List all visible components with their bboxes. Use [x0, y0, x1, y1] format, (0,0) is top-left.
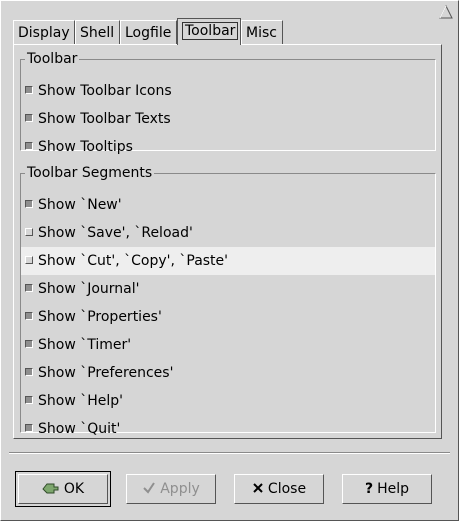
checkbox-label: Show Toolbar Texts: [38, 111, 171, 127]
checkbox-indicator[interactable]: [25, 396, 33, 404]
apply-button-label: Apply: [160, 481, 200, 497]
toolbar-segments-group-title: Toolbar Segments: [27, 165, 153, 181]
triangle-up-icon: [439, 4, 453, 19]
checkbox-show-tooltips[interactable]: Show Tooltips: [21, 133, 435, 161]
apply-button[interactable]: Apply: [126, 474, 216, 504]
checkbox-show-quit[interactable]: Show `Quit': [21, 415, 435, 443]
checkbox-label: Show `Save', `Reload': [38, 225, 193, 241]
checkbox-label: Show `Quit': [38, 421, 121, 437]
checkbox-indicator[interactable]: [25, 228, 33, 236]
checkbox-label: Show `Preferences': [38, 365, 174, 381]
toolbar-segments-group: Toolbar Segments Show `New' Show `Save',…: [20, 165, 436, 437]
ok-hand-icon: [42, 475, 60, 503]
checkmark-icon: [142, 475, 156, 503]
checkbox-indicator[interactable]: [25, 200, 33, 208]
separator: [9, 452, 450, 454]
question-mark-icon: ?: [364, 481, 374, 497]
checkbox-indicator[interactable]: [25, 340, 33, 348]
checkbox-label: Show `New': [38, 197, 122, 213]
checkbox-label: Show `Help': [38, 393, 123, 409]
preferences-dialog: Display Shell Logfile Toolbar Misc Toolb…: [0, 0, 459, 521]
checkbox-show-journal[interactable]: Show `Journal': [21, 275, 435, 303]
checkbox-label: Show `Timer': [38, 337, 132, 353]
checkbox-indicator[interactable]: [25, 312, 33, 320]
close-button-label: Close: [267, 481, 307, 497]
window-scroll-arrow[interactable]: [438, 4, 454, 20]
checkbox-indicator[interactable]: [25, 368, 33, 376]
tab-misc-label: Misc: [246, 25, 277, 41]
checkbox-show-cut-copy-paste[interactable]: Show `Cut', `Copy', `Paste': [21, 247, 435, 275]
checkbox-label: Show `Cut', `Copy', `Paste': [38, 253, 229, 269]
checkbox-show-preferences[interactable]: Show `Preferences': [21, 359, 435, 387]
checkbox-indicator[interactable]: [25, 284, 33, 292]
tab-logfile[interactable]: Logfile: [120, 20, 177, 44]
tab-misc[interactable]: Misc: [241, 20, 283, 44]
toolbar-group-title: Toolbar: [27, 51, 78, 67]
tab-shell-label: Shell: [80, 25, 115, 41]
help-button-label: Help: [377, 481, 410, 497]
checkbox-label: Show Toolbar Icons: [38, 83, 172, 99]
checkbox-show-save-reload[interactable]: Show `Save', `Reload': [21, 219, 435, 247]
checkbox-indicator[interactable]: [25, 256, 33, 264]
checkbox-label: Show Tooltips: [38, 139, 133, 155]
checkbox-indicator[interactable]: [25, 86, 33, 94]
close-x-icon: [252, 475, 264, 503]
checkbox-show-timer[interactable]: Show `Timer': [21, 331, 435, 359]
checkbox-indicator[interactable]: [25, 114, 33, 122]
checkbox-show-new[interactable]: Show `New': [21, 191, 435, 219]
checkbox-indicator[interactable]: [25, 424, 33, 432]
close-button[interactable]: Close: [234, 474, 324, 504]
tab-logfile-label: Logfile: [125, 25, 172, 41]
checkbox-show-toolbar-texts[interactable]: Show Toolbar Texts: [21, 105, 435, 133]
checkbox-show-help[interactable]: Show `Help': [21, 387, 435, 415]
toolbar-tab-panel: Toolbar Show Toolbar Icons Show Toolbar …: [13, 44, 442, 439]
toolbar-group: Toolbar Show Toolbar Icons Show Toolbar …: [20, 51, 436, 155]
checkbox-show-toolbar-icons[interactable]: Show Toolbar Icons: [21, 77, 435, 105]
ok-button-label: OK: [63, 481, 85, 497]
ok-button[interactable]: OK: [15, 471, 111, 507]
checkbox-indicator[interactable]: [25, 142, 33, 150]
help-button[interactable]: ? Help: [342, 474, 432, 504]
tab-toolbar-label: Toolbar: [182, 22, 239, 40]
checkbox-label: Show `Properties': [38, 309, 162, 325]
checkbox-show-properties[interactable]: Show `Properties': [21, 303, 435, 331]
checkbox-label: Show `Journal': [38, 281, 140, 297]
tab-shell[interactable]: Shell: [75, 20, 120, 44]
tab-toolbar[interactable]: Toolbar: [177, 18, 241, 45]
tab-display[interactable]: Display: [13, 20, 75, 44]
tab-display-label: Display: [18, 25, 70, 41]
